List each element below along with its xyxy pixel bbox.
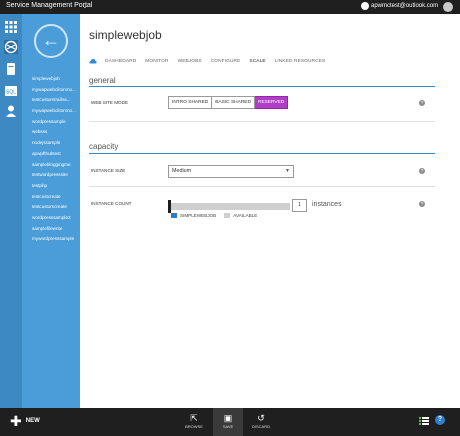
site-list-item[interactable]: websss	[32, 127, 76, 138]
site-list-item[interactable]: testcustomcreate	[32, 202, 76, 213]
user-icon[interactable]	[4, 104, 18, 118]
database-icon[interactable]	[4, 62, 18, 76]
tab-scale[interactable]: SCALE	[249, 59, 265, 64]
browse-button[interactable]: ⇱ BROWSE	[179, 412, 209, 429]
undo-icon: ↺	[257, 413, 265, 423]
section-divider	[89, 153, 435, 154]
browse-label: BROWSE	[185, 424, 203, 429]
avatar[interactable]	[443, 2, 453, 12]
tab-bar: DASHBOARD MONITOR WEBJOBS CONFIGURE SCAL…	[89, 56, 334, 66]
site-list-panel: ← simplewebjob mywapwebclitonmo... testc…	[22, 14, 80, 408]
site-list-item[interactable]: simplewebjob	[32, 74, 76, 85]
web-sites-icon[interactable]	[4, 40, 18, 54]
site-list-item[interactable]: mywapwebclitonmo...	[32, 106, 76, 117]
instance-size-label: INSTANCE SIZE	[91, 168, 126, 173]
help-icon[interactable]: ?	[419, 100, 425, 106]
site-list-item[interactable]: samplefilewrite	[32, 224, 76, 235]
portal-menu-chevron-icon[interactable]: ⌄	[82, 2, 88, 10]
slider-handle[interactable]	[168, 200, 171, 213]
back-arrow-icon[interactable]: ←	[34, 24, 68, 58]
site-list-item[interactable]: mywapwebclitonmo...	[32, 85, 76, 96]
site-list-item[interactable]: mywordpresssample	[32, 234, 76, 245]
row-divider	[89, 186, 435, 187]
general-section-heading: general	[89, 76, 116, 85]
new-label: NEW	[25, 418, 40, 424]
discard-label: DISCARD	[251, 424, 270, 429]
tab-webjobs[interactable]: WEBJOBS	[178, 59, 202, 64]
chevron-down-icon: ▼	[285, 168, 290, 174]
instance-count-input[interactable]: 1	[292, 199, 307, 212]
site-list-item[interactable]: wordpresssample2	[32, 213, 76, 224]
web-site-mode-selector: INTRO SHARED BASIC SHARED RESERVED	[168, 96, 289, 109]
sql-icon[interactable]: SQL	[4, 84, 18, 98]
new-button[interactable]: ✚ NEW	[10, 414, 40, 428]
site-list: simplewebjob mywapwebclitonmo... testcus…	[32, 74, 76, 245]
site-list-item[interactable]: testphp	[32, 181, 76, 192]
main-content: simplewebjob DASHBOARD MONITOR WEBJOBS C…	[80, 14, 460, 408]
legend-label: SIMPLEWEBJOB	[180, 213, 217, 218]
command-bar: ✚ NEW ⇱ BROWSE ▣ SAVE ↺ DISCARD ?	[0, 408, 460, 436]
grid-icon[interactable]	[4, 20, 18, 34]
browse-icon: ⇱	[190, 413, 198, 423]
capacity-legend: SIMPLEWEBJOB AVAILABLE	[171, 213, 265, 218]
legend-swatch-used	[171, 213, 177, 218]
mode-reserved-button[interactable]: RESERVED	[254, 96, 289, 109]
tab-monitor[interactable]: MONITOR	[145, 59, 168, 64]
capacity-section-heading: capacity	[89, 142, 119, 151]
plus-icon: ✚	[10, 413, 22, 429]
save-icon: ▣	[223, 413, 233, 423]
top-bar: Service Management Portal ⌄ apwmctest@ou…	[0, 0, 460, 14]
svg-text:SQL: SQL	[6, 90, 16, 96]
section-divider	[89, 86, 435, 87]
page-title: simplewebjob	[89, 28, 162, 42]
tab-dashboard[interactable]: DASHBOARD	[105, 59, 136, 64]
web-site-mode-label: WEB SITE MODE	[91, 100, 129, 105]
legend-swatch-available	[224, 213, 231, 218]
discard-button[interactable]: ↺ DISCARD	[246, 412, 276, 429]
site-list-item[interactable]: apwpfthubtest	[32, 149, 76, 160]
row-divider	[89, 121, 435, 122]
instance-size-value: Medium	[172, 168, 192, 174]
help-icon[interactable]: ?	[419, 201, 425, 207]
user-email[interactable]: apwmctest@outlook.com	[371, 3, 438, 9]
instance-count-slider[interactable]	[168, 200, 290, 213]
site-list-item[interactable]: testwordpresssite	[32, 170, 76, 181]
tab-configure[interactable]: CONFIGURE	[211, 59, 241, 64]
cloud-icon	[89, 58, 97, 64]
portal-title[interactable]: Service Management Portal	[6, 2, 92, 9]
instances-unit-label: instances	[312, 201, 342, 208]
tab-linked-resources[interactable]: LINKED RESOURCES	[275, 59, 326, 64]
help-icon[interactable]: ?	[419, 168, 425, 174]
site-list-item[interactable]: testcustomtrailna...	[32, 95, 76, 106]
service-rail: SQL	[0, 14, 22, 408]
site-list-item[interactable]: wordpressample	[32, 117, 76, 128]
save-button[interactable]: ▣ SAVE	[213, 408, 243, 436]
site-list-item[interactable]: testcustcreate	[32, 192, 76, 203]
help-icon[interactable]: ?	[435, 415, 445, 425]
mode-intro-shared-button[interactable]: INTRO SHARED	[168, 96, 213, 109]
legend-label: AVAILABLE	[233, 213, 258, 218]
site-list-item[interactable]: samplebloggingme	[32, 160, 76, 171]
mode-basic-shared-button[interactable]: BASIC SHARED	[212, 96, 255, 109]
save-label: SAVE	[222, 424, 234, 429]
task-list-icon[interactable]	[419, 417, 429, 425]
site-list-item[interactable]: nodejssample	[32, 138, 76, 149]
instance-size-select[interactable]: Medium ▼	[168, 165, 294, 178]
globe-icon[interactable]	[361, 2, 369, 10]
instance-count-label: INSTANCE COUNT	[91, 201, 132, 206]
